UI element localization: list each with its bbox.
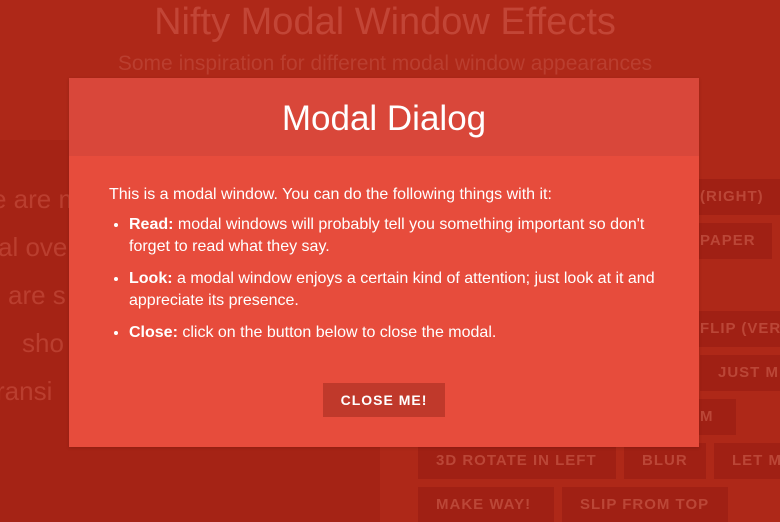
close-button[interactable]: CLOSE ME! xyxy=(323,383,445,417)
modal-intro: This is a modal window. You can do the f… xyxy=(109,186,552,203)
list-item: Close: click on the button below to clos… xyxy=(129,322,659,344)
list-item: Look: a modal window enjoys a certain ki… xyxy=(129,268,659,312)
modal-dialog: Modal Dialog This is a modal window. You… xyxy=(69,78,699,447)
list-item-label: Read: xyxy=(129,216,174,233)
list-item-label: Close: xyxy=(129,324,178,341)
list-item-text: a modal window enjoys a certain kind of … xyxy=(129,270,655,309)
modal-body: This is a modal window. You can do the f… xyxy=(69,156,699,344)
list-item-label: Look: xyxy=(129,270,173,287)
list-item: Read: modal windows will probably tell y… xyxy=(129,214,659,258)
list-item-text: modal windows will probably tell you som… xyxy=(129,216,645,255)
modal-title: Modal Dialog xyxy=(281,99,487,138)
modal-list: Read: modal windows will probably tell y… xyxy=(109,214,659,344)
list-item-text: click on the button below to close the m… xyxy=(177,324,497,341)
modal-header: Modal Dialog xyxy=(69,78,699,156)
